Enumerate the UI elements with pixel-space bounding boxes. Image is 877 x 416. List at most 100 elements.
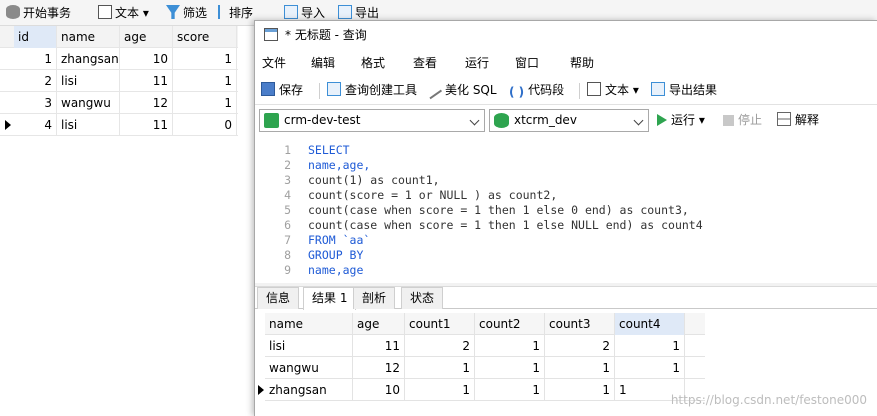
filter-button[interactable]: 筛选 (166, 4, 207, 22)
query-window-title-bar[interactable]: * 无标题 - 查询 (255, 21, 877, 49)
query-builder-button[interactable]: 查询创建工具 (327, 81, 417, 99)
menu-file[interactable]: 文件 (262, 54, 286, 71)
table-cell[interactable]: 1 (14, 48, 57, 70)
query-toolbar: 保存 查询创建工具 美化 SQL ( ) 代码段 文本 ▾ 导出结果 (255, 75, 877, 105)
menu-window[interactable]: 窗口 (515, 54, 539, 71)
braces-icon: ( ) (509, 85, 525, 99)
menu-help[interactable]: 帮助 (570, 54, 594, 71)
table-cell[interactable]: 1 (615, 357, 685, 379)
table-cell[interactable]: wangwu (265, 357, 353, 379)
chevron-down-icon (469, 115, 480, 126)
bg-table-header: id name age score (0, 26, 238, 48)
table-cell[interactable]: 1 (405, 357, 475, 379)
document-icon (98, 5, 112, 19)
table-cell[interactable]: 11 (120, 114, 173, 136)
table-cell[interactable]: 12 (353, 357, 405, 379)
menu-view[interactable]: 查看 (413, 54, 437, 71)
table-cell[interactable]: lisi (265, 335, 353, 357)
table-cell[interactable]: 1 (475, 379, 545, 401)
begin-transaction-button[interactable]: 开始事务 (6, 4, 71, 22)
menu-edit[interactable]: 编辑 (311, 54, 335, 71)
export-result-button[interactable]: 导出结果 (651, 81, 717, 99)
result-column-header[interactable]: count4 (615, 313, 685, 335)
table-cell[interactable]: 2 (405, 335, 475, 357)
table-row[interactable]: zhangsan 10 1 1 1 1 (258, 379, 705, 401)
tab-status[interactable]: 状态 (401, 287, 444, 309)
menu-format[interactable]: 格式 (361, 54, 385, 71)
table-cell[interactable]: 1 (545, 357, 615, 379)
table-row[interactable]: 4 lisi 11 0 (0, 114, 238, 136)
database-icon (6, 5, 20, 19)
result-column-header[interactable]: name (265, 313, 353, 335)
table-cell[interactable]: 4 (14, 114, 57, 136)
connection-select[interactable]: crm-dev-test (259, 109, 485, 132)
sql-editor[interactable]: 1 SELECT 2 name,age, 3 count(1) as count1, … (255, 136, 877, 283)
watermark: https://blog.csdn.net/festone000 (670, 393, 867, 407)
menu-bar: 文件 编辑 格式 查看 运行 窗口 帮助 (255, 51, 877, 73)
query-window-icon (264, 28, 278, 41)
result-tabs: 信息 结果 1 剖析 状态 (255, 285, 877, 310)
beautify-sql-button[interactable]: 美化 SQL (425, 81, 497, 100)
bg-column-header[interactable]: id (14, 26, 57, 48)
bg-column-header[interactable]: score (173, 26, 237, 48)
table-cell[interactable]: 2 (545, 335, 615, 357)
connection-row: crm-dev-test xtcrm_dev 运行 ▾ 停止 解释 (255, 107, 877, 135)
table-cell[interactable]: 10 (353, 379, 405, 401)
document-icon (587, 82, 601, 96)
import-icon (284, 5, 298, 19)
result-column-header[interactable]: count1 (405, 313, 475, 335)
table-cell[interactable]: wangwu (57, 92, 120, 114)
tab-info[interactable]: 信息 (257, 287, 300, 309)
explain-button[interactable]: 解释 (777, 111, 819, 129)
table-row[interactable]: 3 wangwu 12 1 (0, 92, 238, 114)
filter-icon (166, 5, 180, 19)
database-icon (494, 113, 509, 128)
table-row[interactable]: lisi 11 2 1 2 1 (265, 335, 705, 357)
explain-icon (777, 112, 791, 126)
table-row[interactable]: 1 zhangsan 10 1 (0, 48, 238, 70)
table-cell[interactable]: 12 (120, 92, 173, 114)
menu-run[interactable]: 运行 (465, 54, 489, 71)
result-column-header[interactable]: count3 (545, 313, 615, 335)
table-row[interactable]: wangwu 12 1 1 1 1 (265, 357, 705, 379)
table-cell[interactable]: 1 (173, 48, 237, 70)
text-view-button[interactable]: 文本 ▾ (587, 81, 639, 99)
tab-result-1[interactable]: 结果 1 (303, 287, 357, 310)
result-column-header[interactable]: count2 (475, 313, 545, 335)
table-cell[interactable]: 1 (475, 335, 545, 357)
export-icon (651, 82, 665, 96)
table-cell[interactable]: zhangsan (57, 48, 120, 70)
table-cell[interactable]: 11 (353, 335, 405, 357)
table-cell[interactable]: 0 (173, 114, 237, 136)
text-view-button[interactable]: 文本 ▾ (98, 4, 149, 22)
bg-column-header[interactable]: age (120, 26, 173, 48)
table-cell[interactable]: lisi (57, 70, 120, 92)
table-cell[interactable]: 1 (475, 357, 545, 379)
database-select[interactable]: xtcrm_dev (489, 109, 649, 132)
stop-button[interactable]: 停止 (723, 111, 762, 129)
table-cell[interactable]: 1 (405, 379, 475, 401)
result-column-header[interactable]: age (353, 313, 405, 335)
sort-icon (218, 5, 226, 19)
table-cell[interactable]: 1 (173, 92, 237, 114)
bg-column-header[interactable]: name (57, 26, 120, 48)
sort-button[interactable]: 排序 (218, 4, 253, 22)
query-builder-icon (327, 82, 341, 96)
table-cell[interactable]: 10 (120, 48, 173, 70)
table-cell[interactable]: 11 (120, 70, 173, 92)
code-snippet-button[interactable]: ( ) 代码段 (509, 81, 564, 99)
toolbar-separator (579, 83, 580, 99)
table-cell[interactable]: zhangsan (265, 379, 353, 401)
save-button[interactable]: 保存 (261, 81, 303, 99)
run-button[interactable]: 运行 ▾ (657, 111, 705, 129)
tab-profile[interactable]: 剖析 (353, 287, 396, 309)
table-cell[interactable]: lisi (57, 114, 120, 136)
table-cell[interactable]: 1 (615, 335, 685, 357)
table-cell[interactable]: 1 (545, 379, 615, 401)
toolbar-separator (319, 83, 320, 99)
result-grid: name age count1 count2 count3 count4 lis… (258, 313, 705, 401)
table-cell[interactable]: 2 (14, 70, 57, 92)
table-cell[interactable]: 3 (14, 92, 57, 114)
table-row[interactable]: 2 lisi 11 1 (0, 70, 238, 92)
table-cell[interactable]: 1 (173, 70, 237, 92)
